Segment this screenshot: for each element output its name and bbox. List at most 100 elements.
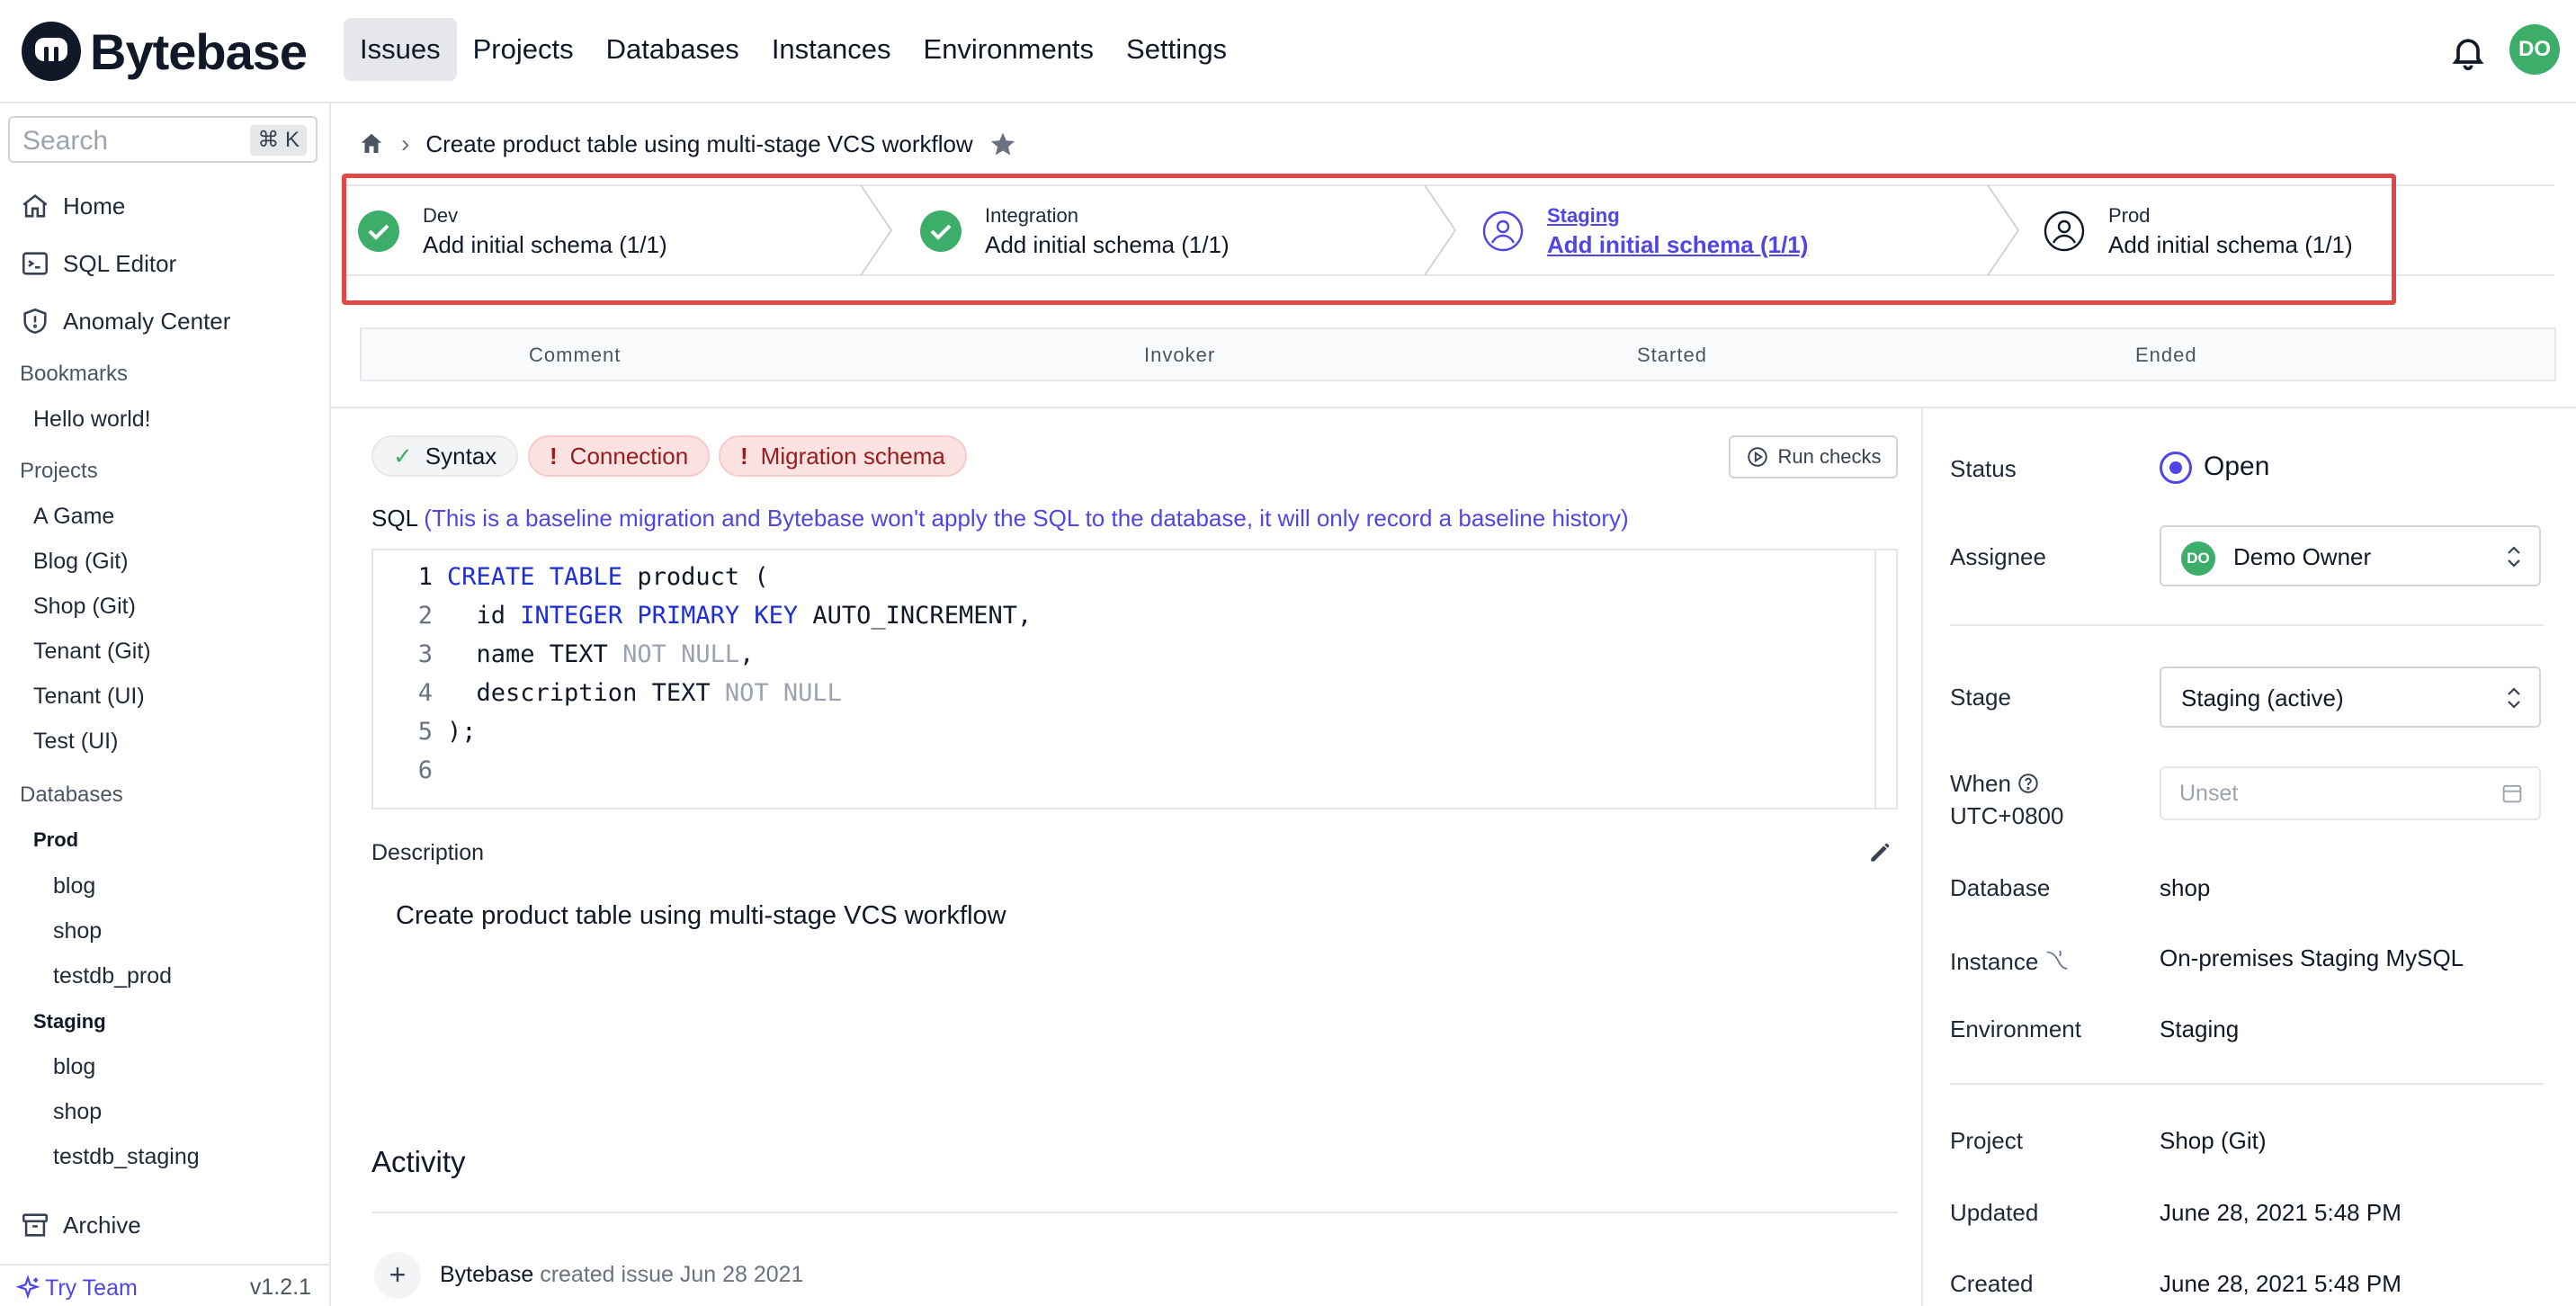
project-item[interactable]: A Game xyxy=(33,504,114,530)
brand-name: Bytebase xyxy=(90,22,308,80)
bookmark-item[interactable]: Hello world! xyxy=(33,407,151,433)
timezone-label: UTC+0800 xyxy=(1950,802,2064,829)
bell-icon[interactable] xyxy=(2448,32,2488,72)
check-label: Migration schema xyxy=(760,442,945,470)
database-item[interactable]: blog xyxy=(53,1054,95,1080)
check-label: Connection xyxy=(569,442,689,470)
database-label: Database xyxy=(1950,874,2051,901)
editor-scrollbar[interactable] xyxy=(1874,550,1876,808)
environment-label: Environment xyxy=(1950,1015,2081,1042)
check-label: Syntax xyxy=(425,442,497,470)
code-line: 5); xyxy=(373,718,477,756)
home-icon xyxy=(22,194,48,218)
database-item[interactable]: testdb_prod xyxy=(53,963,172,989)
sidebar-footer: Try Team v1.2.1 xyxy=(0,1264,329,1306)
run-checks-button[interactable]: Run checks xyxy=(1729,435,1898,479)
migration-check-badge[interactable]: ! Migration schema xyxy=(719,435,967,477)
env-prod-heading[interactable]: Prod xyxy=(33,828,78,852)
database-item[interactable]: shop xyxy=(53,918,102,944)
main-nav: Issues Projects Databases Instances Envi… xyxy=(344,18,1243,81)
created-label: Created xyxy=(1950,1270,2034,1297)
nav-databases[interactable]: Databases xyxy=(590,18,756,81)
connection-check-badge[interactable]: ! Connection xyxy=(528,435,711,477)
assignee-value: Demo Owner xyxy=(2233,543,2372,570)
nav-settings[interactable]: Settings xyxy=(1110,18,1243,81)
sidebar-item-anomaly-center[interactable]: Anomaly Center xyxy=(20,306,230,336)
divider xyxy=(1921,408,1923,1306)
bytebase-logo-icon xyxy=(22,22,81,81)
sidebar: Search ⌘ K Home SQL Editor Anomaly Cente… xyxy=(0,103,331,1306)
check-icon: ✓ xyxy=(393,442,413,470)
activity-text: created issue Jun 28 2021 xyxy=(540,1262,804,1287)
search-input[interactable]: Search ⌘ K xyxy=(8,116,318,163)
search-shortcut: ⌘ K xyxy=(250,125,307,156)
status-open-icon xyxy=(2160,452,2192,484)
databases-heading: Databases xyxy=(20,783,123,807)
syntax-check-badge[interactable]: ✓ Syntax xyxy=(371,435,519,477)
code-line: 1 CREATE TABLE product ( xyxy=(373,563,769,602)
sidebar-item-label: Home xyxy=(63,192,126,219)
when-label-row: When xyxy=(1950,770,2040,798)
sidebar-item-archive[interactable]: Archive xyxy=(20,1210,141,1240)
user-avatar[interactable]: DO xyxy=(2509,24,2560,75)
project-item[interactable]: Tenant (Git) xyxy=(33,639,151,665)
pencil-icon[interactable] xyxy=(1866,837,1895,866)
instance-value[interactable]: On-premises Staging MySQL xyxy=(2160,944,2464,972)
nav-instances[interactable]: Instances xyxy=(756,18,908,81)
sidebar-item-label: Anomaly Center xyxy=(63,307,231,335)
try-team-label: Try Team xyxy=(45,1275,138,1301)
nav-projects[interactable]: Projects xyxy=(457,18,590,81)
project-item[interactable]: Blog (Git) xyxy=(33,549,129,575)
star-icon[interactable] xyxy=(989,130,1016,157)
environment-value[interactable]: Staging xyxy=(2160,1015,2239,1043)
bytebase-logo[interactable]: Bytebase xyxy=(20,20,308,83)
column-header: Started xyxy=(1637,344,1707,366)
project-value[interactable]: Shop (Git) xyxy=(2160,1127,2267,1155)
database-value[interactable]: shop xyxy=(2160,874,2210,902)
line-number: 6 xyxy=(417,756,433,784)
stage-value: Staging (active) xyxy=(2181,684,2344,711)
when-date-input[interactable]: Unset xyxy=(2160,766,2541,820)
plus-icon: + xyxy=(374,1252,421,1299)
sql-heading: SQL (This is a baseline migration and By… xyxy=(371,505,1629,532)
sidebar-item-label: Archive xyxy=(63,1211,141,1239)
assignee-label: Assignee xyxy=(1950,543,2046,570)
status-label: Status xyxy=(1950,455,2017,482)
nav-environments[interactable]: Environments xyxy=(908,18,1111,81)
search-placeholder: Search xyxy=(22,126,109,156)
line-number: 1 xyxy=(417,563,433,591)
question-circle-icon[interactable] xyxy=(2017,772,2040,795)
sidebar-item-home[interactable]: Home xyxy=(20,191,125,221)
stage-select[interactable]: Staging (active) xyxy=(2160,666,2541,728)
database-item[interactable]: testdb_staging xyxy=(53,1144,200,1170)
line-number: 3 xyxy=(417,640,433,668)
instance-label: Instance xyxy=(1950,948,2039,975)
sidebar-item-sql-editor[interactable]: SQL Editor xyxy=(20,248,176,279)
archive-icon xyxy=(22,1213,49,1237)
instance-label-row: Instance xyxy=(1950,944,2072,976)
database-item[interactable]: blog xyxy=(53,873,95,899)
activity-heading: Activity xyxy=(371,1145,466,1178)
description-text[interactable]: Create product table using multi-stage V… xyxy=(396,901,1006,931)
activity-actor[interactable]: Bytebase xyxy=(440,1262,533,1287)
nav-issues[interactable]: Issues xyxy=(344,18,457,81)
sql-editor[interactable]: 1 CREATE TABLE product ( 2 id INTEGER PRI… xyxy=(371,549,1898,810)
assignee-select[interactable]: DO Demo Owner xyxy=(2160,525,2541,586)
when-placeholder: Unset xyxy=(2179,781,2239,806)
project-item[interactable]: Shop (Git) xyxy=(33,594,136,620)
avatar: DO xyxy=(2181,541,2215,576)
database-item[interactable]: shop xyxy=(53,1099,102,1125)
divider xyxy=(1950,1083,2544,1085)
home-icon[interactable] xyxy=(358,130,385,157)
description-heading: Description xyxy=(371,840,485,865)
code-line: 2 id INTEGER PRIMARY KEY AUTO_INCREMENT, xyxy=(373,602,1033,640)
task-run-table-header: Comment Invoker Started Ended xyxy=(360,327,2556,381)
try-team-link[interactable]: Try Team xyxy=(14,1275,138,1302)
project-item[interactable]: Tenant (UI) xyxy=(33,684,145,710)
project-item[interactable]: Test (UI) xyxy=(33,729,118,755)
status-value: Open xyxy=(2204,452,2270,481)
projects-heading: Projects xyxy=(20,459,98,483)
code-line: 4 description TEXT NOT NULL xyxy=(373,679,842,718)
column-header: Invoker xyxy=(1144,344,1216,366)
env-staging-heading[interactable]: Staging xyxy=(33,1010,106,1033)
